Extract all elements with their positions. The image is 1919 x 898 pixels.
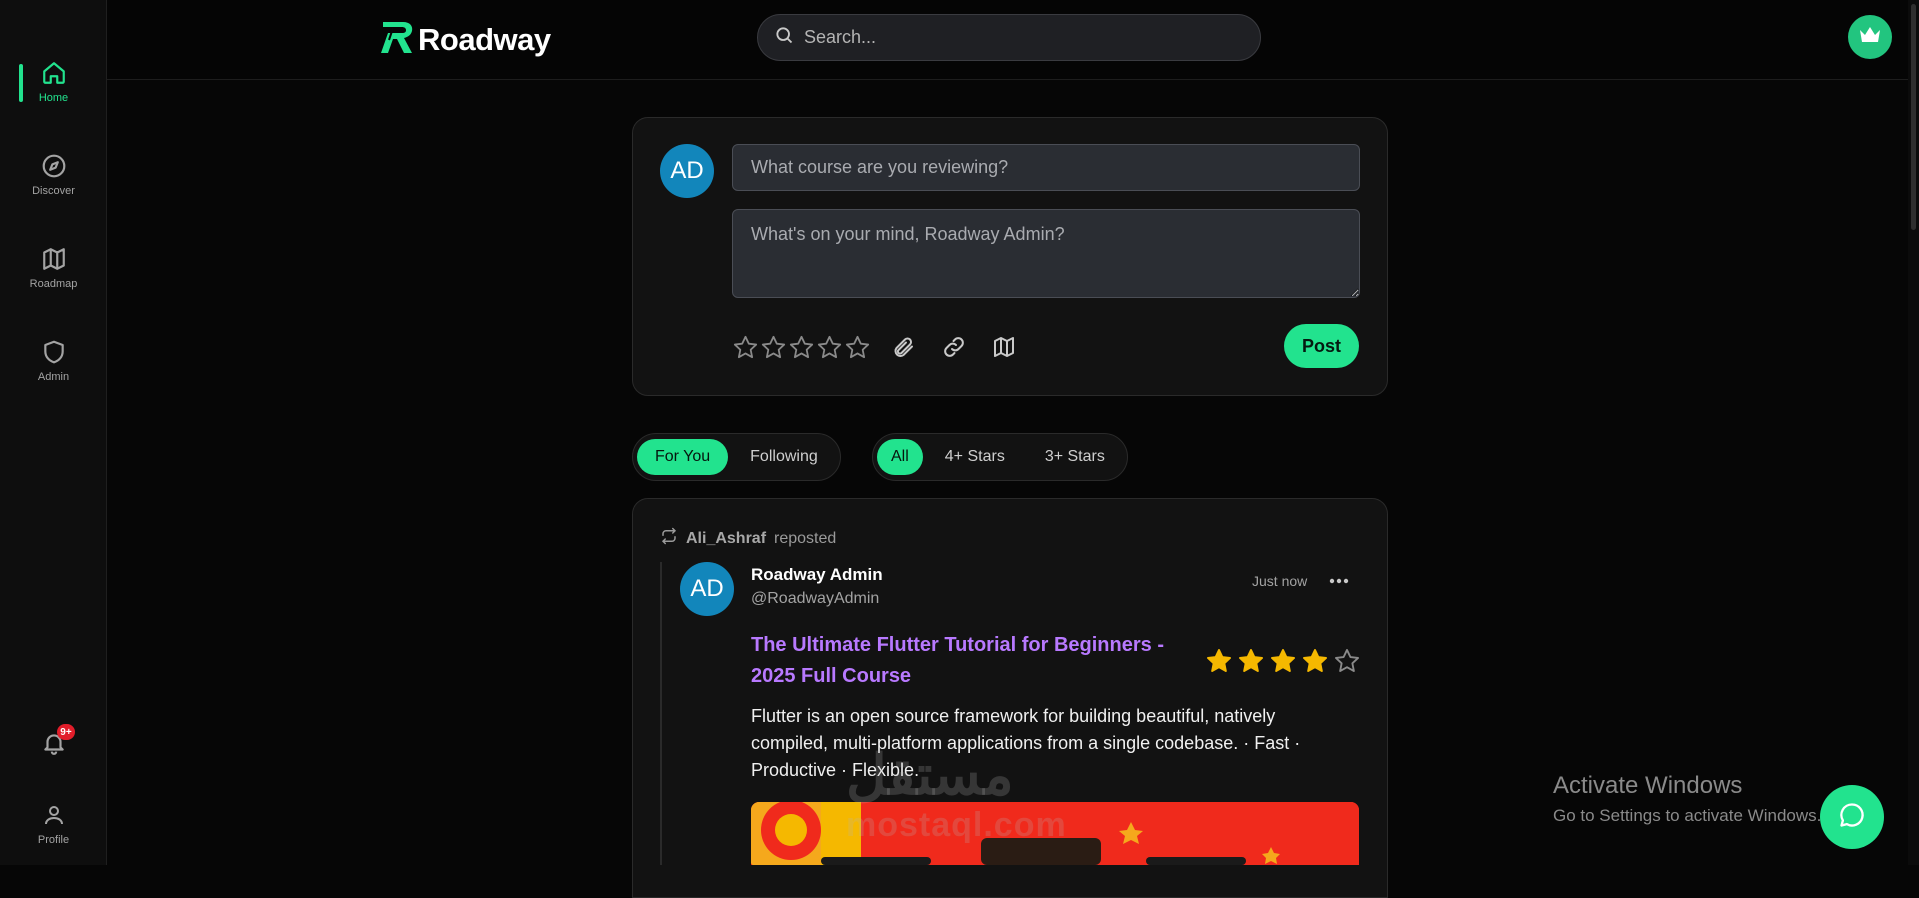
more-icon [1329,571,1349,589]
post-timestamp: Just now [1252,573,1308,589]
post-rating [1205,647,1361,680]
star-empty-icon[interactable] [732,334,759,366]
post-author[interactable]: Roadway Admin [751,565,883,585]
star-filled-icon [1205,647,1233,680]
repost-icon [660,527,678,550]
course-input[interactable] [732,144,1360,191]
filter-4-stars[interactable]: 4+ Stars [927,439,1023,475]
sidebar-item-label: Home [38,92,69,104]
filter-all[interactable]: All [877,439,923,475]
star-filter: All 4+ Stars 3+ Stars [872,433,1128,481]
star-empty-icon[interactable] [760,334,787,366]
sidebar-item-label: Admin [37,371,70,383]
sidebar-item-label: Discover [32,185,75,197]
sidebar-item-label: Profile [37,834,70,846]
sidebar-item-home[interactable]: Home [0,58,107,122]
notification-badge: 9+ [57,724,75,740]
star-filled-icon [1269,647,1297,680]
sidebar-item-discover[interactable]: Discover [0,151,107,215]
reposter-name[interactable]: Ali_Ashraf [686,530,766,548]
sidebar-item-admin[interactable]: Admin [0,337,107,401]
notifications-button[interactable] [0,728,107,792]
paperclip-icon[interactable] [892,335,916,364]
user-icon [39,800,69,830]
reposted-label: reposted [774,529,837,547]
sidebar-item-profile[interactable]: Profile [0,800,107,864]
watermark: مستقل mostaql.com [846,743,1067,845]
sidebar-item-roadmap[interactable]: Roadmap [0,244,107,308]
page-scrollbar[interactable] [1908,0,1919,865]
repost-line: Ali_Ashraf reposted [660,527,836,550]
tab-for-you[interactable]: For You [637,439,729,475]
tab-following[interactable]: Following [732,439,836,475]
composer-rating[interactable] [732,334,871,366]
chat-icon [1838,801,1866,834]
search-bar[interactable] [757,14,1261,61]
star-empty-icon[interactable] [844,334,871,366]
post-body-input[interactable] [732,209,1360,298]
star-filled-icon [1237,647,1265,680]
search-icon [774,25,794,50]
windows-activation-notice: Activate Windows Go to Settings to activ… [1553,772,1822,825]
post-button[interactable]: Post [1284,324,1359,368]
chat-button[interactable] [1820,785,1884,849]
feed-filter: For You Following [632,433,841,481]
link-icon[interactable] [942,335,966,364]
map-icon [39,244,69,274]
shield-icon [39,337,69,367]
sidebar-item-label: Roadmap [29,278,78,290]
star-empty-icon[interactable] [816,334,843,366]
roadmap-attach-icon[interactable] [992,335,1016,364]
filter-3-stars[interactable]: 3+ Stars [1027,439,1123,475]
star-filled-icon [1301,647,1329,680]
star-empty-icon[interactable] [788,334,815,366]
star-empty-icon [1333,647,1361,680]
sidebar: Home Discover Roadmap Admin 9+ Profile [0,0,107,865]
roadway-logo-icon [380,18,414,61]
post-avatar[interactable]: AD [680,562,734,616]
app-logo[interactable]: Roadway [380,18,551,61]
search-input[interactable] [804,27,1224,48]
more-options-button[interactable] [1327,568,1351,592]
post-course-title[interactable]: The Ultimate Flutter Tutorial for Beginn… [751,630,1191,692]
app-name: Roadway [418,21,551,57]
thread-line [660,562,662,865]
compass-icon [39,151,69,181]
crown-icon [1858,25,1882,50]
scrollbar-thumb[interactable] [1911,4,1916,230]
composer-avatar: AD [660,144,714,198]
post-handle[interactable]: @RoadwayAdmin [751,590,879,608]
home-icon [39,58,69,88]
premium-button[interactable] [1848,15,1892,59]
